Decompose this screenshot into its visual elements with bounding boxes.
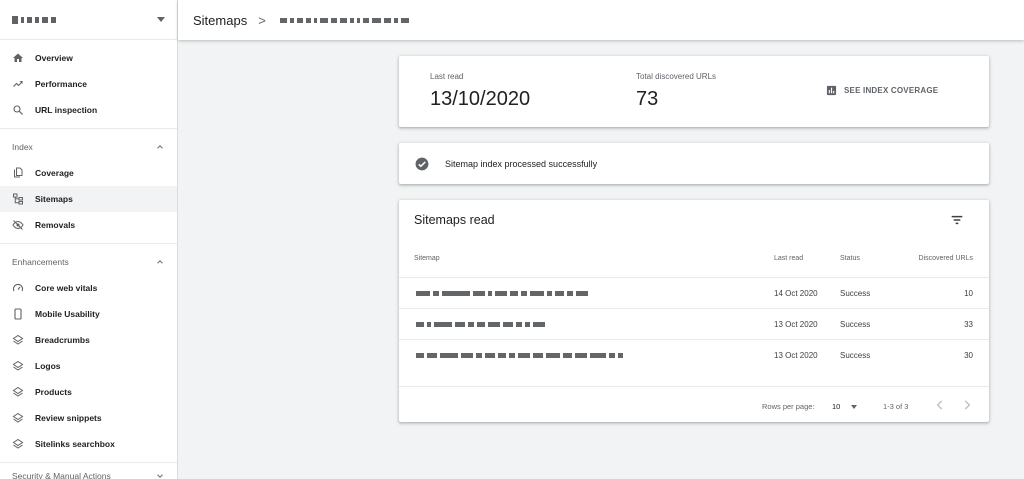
file-copy-icon [12,167,24,179]
smartphone-icon [12,308,24,320]
total-discovered-label: Total discovered URLs [636,72,717,81]
check-circle-icon [415,157,429,170]
rows-per-page-caret-icon[interactable] [851,405,857,409]
table-pagination: Rows per page: 10 1-3 of 3 [399,386,989,422]
layers-icon [12,438,24,450]
see-index-coverage-label: SEE INDEX COVERAGE [844,86,939,95]
group-header-enhancements[interactable]: Enhancements [0,249,177,275]
page-title[interactable]: Sitemaps [193,13,247,28]
group-header-label: Index [12,142,33,152]
trending-up-icon [12,78,24,90]
sidebar-item-sitelinks-searchbox[interactable]: Sitelinks searchbox [0,431,177,457]
sidebar-item-label: Mobile Usability [35,309,100,319]
previous-page-icon[interactable] [933,398,947,412]
sitemap-url-redacted [416,322,545,327]
breadcrumb-redacted-url [279,17,409,23]
nav-group-enhancements: Enhancements Core web vitals Mobile Usab… [0,244,177,463]
sidebar-item-label: Products [35,387,72,397]
total-discovered-value: 73 [636,88,659,110]
nav-group-main: Overview Performance URL inspection [0,40,177,129]
column-header-status[interactable]: Status [840,255,860,262]
group-header-label: Security & Manual Actions [12,471,111,479]
status-cell: Success [840,289,871,298]
sidebar-item-removals[interactable]: Removals [0,212,177,238]
column-header-sitemap[interactable]: Sitemap [414,255,440,262]
last-read-cell: 14 Oct 2020 [774,289,818,298]
discovered-urls-cell: 10 [964,289,973,298]
search-icon [12,104,24,116]
chevron-up-icon [157,145,163,149]
table-title: Sitemaps read [414,213,495,227]
layers-icon [12,412,24,424]
sidebar-item-url-inspection[interactable]: URL inspection [0,97,177,123]
sidebar-item-label: Overview [35,53,73,63]
sitemap-url-redacted [416,353,623,358]
sidebar-item-label: URL inspection [35,105,98,115]
sidebar: Overview Performance URL inspection Inde… [0,0,178,479]
group-header-label: Enhancements [12,257,69,267]
sidebar-item-mobile-usability[interactable]: Mobile Usability [0,301,177,327]
status-cell: Success [840,320,871,329]
sidebar-item-sitemaps[interactable]: Sitemaps [0,186,177,212]
sidebar-item-logos[interactable]: Logos [0,353,177,379]
column-header-last-read[interactable]: Last read [774,255,803,262]
layers-icon [12,386,24,398]
last-read-cell: 13 Oct 2020 [774,351,818,360]
sidebar-item-breadcrumbs[interactable]: Breadcrumbs [0,327,177,353]
last-read-value: 13/10/2020 [430,88,531,110]
sitemaps-read-card: Sitemaps read Sitemap Last read Status D… [399,200,989,422]
table-row[interactable]: 14 Oct 2020 Success 10 [399,277,989,308]
sidebar-item-label: Coverage [35,168,74,178]
sidebar-item-label: Sitelinks searchbox [35,439,115,449]
rows-per-page-select[interactable]: 10 [832,402,840,411]
layers-icon [12,360,24,372]
sidebar-item-label: Review snippets [35,413,102,423]
speed-icon [12,282,24,294]
chevron-down-icon [157,474,163,478]
property-selector[interactable] [0,0,177,40]
group-header-security[interactable]: Security & Manual Actions [0,463,177,479]
sidebar-item-label: Performance [35,79,87,89]
dropdown-caret-icon [157,17,165,22]
bar-chart-icon [826,85,837,96]
home-icon [12,52,24,64]
sitemap-icon [12,193,24,205]
nav-group-index: Index Coverage Sitemaps Removals [0,129,177,244]
discovered-urls-cell: 30 [964,351,973,360]
sidebar-item-coverage[interactable]: Coverage [0,160,177,186]
last-read-cell: 13 Oct 2020 [774,320,818,329]
pagination-range: 1-3 of 3 [883,402,909,411]
chevron-up-icon [157,260,163,264]
status-message: Sitemap index processed successfully [445,158,598,169]
last-read-label: Last read [430,72,464,81]
sidebar-item-performance[interactable]: Performance [0,71,177,97]
sidebar-item-label: Removals [35,220,76,230]
column-header-discovered-urls[interactable]: Discovered URLs [919,255,973,262]
table-row[interactable]: 13 Oct 2020 Success 30 [399,339,989,370]
sidebar-item-core-web-vitals[interactable]: Core web vitals [0,275,177,301]
layers-icon [12,334,24,346]
sidebar-item-label: Breadcrumbs [35,335,90,345]
sidebar-item-label: Core web vitals [35,283,98,293]
processing-status-card: Sitemap index processed successfully [399,143,989,184]
breadcrumb-separator: > [258,12,266,28]
sidebar-item-label: Sitemaps [35,194,73,204]
sitemap-summary-card: Last read 13/10/2020 Total discovered UR… [399,56,989,127]
status-cell: Success [840,351,871,360]
top-bar: Sitemaps > [178,0,1024,40]
sidebar-item-overview[interactable]: Overview [0,45,177,71]
sidebar-item-products[interactable]: Products [0,379,177,405]
property-name-redacted [12,15,56,24]
group-header-index[interactable]: Index [0,134,177,160]
rows-per-page-label: Rows per page: [762,402,815,411]
sitemap-url-redacted [416,291,588,296]
see-index-coverage-button[interactable]: SEE INDEX COVERAGE [826,85,938,96]
sidebar-item-label: Logos [35,361,61,371]
filter-icon[interactable] [949,212,965,228]
table-row[interactable]: 13 Oct 2020 Success 33 [399,308,989,339]
visibility-off-icon [12,219,24,231]
sidebar-item-review-snippets[interactable]: Review snippets [0,405,177,431]
next-page-icon[interactable] [960,398,974,412]
discovered-urls-cell: 33 [964,320,973,329]
